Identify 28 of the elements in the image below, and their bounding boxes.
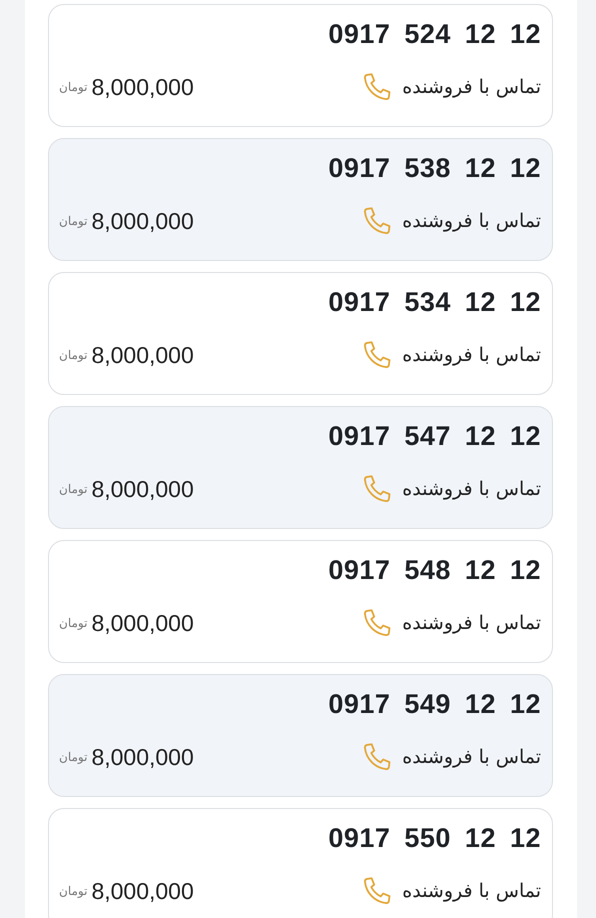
phone-number: 0917 534 12 12 xyxy=(328,287,541,318)
phone-number: 0917 550 12 12 xyxy=(328,823,541,854)
currency-label: تومان xyxy=(59,616,88,630)
phone-number: 0917 547 12 12 xyxy=(328,421,541,452)
price: 8,000,000 xyxy=(91,208,194,234)
price: 8,000,000 xyxy=(91,744,194,770)
price: 8,000,000 xyxy=(91,476,194,502)
phone-number: 0917 549 12 12 xyxy=(328,689,541,720)
price: 8,000,000 xyxy=(91,610,194,636)
contact-seller-link[interactable]: تماس با فروشنده xyxy=(402,478,541,500)
phone-number: 0917 524 12 12 xyxy=(328,19,541,50)
currency-label: تومان xyxy=(59,750,88,764)
currency-label: تومان xyxy=(59,214,88,228)
contact-seller-link[interactable]: تماس با فروشنده xyxy=(402,76,541,98)
phone-number: 0917 538 12 12 xyxy=(328,153,541,184)
price: 8,000,000 xyxy=(91,342,194,368)
contact-seller-link[interactable]: تماس با فروشنده xyxy=(402,880,541,902)
currency-label: تومان xyxy=(59,80,88,94)
currency-label: تومان xyxy=(59,482,88,496)
contact-seller-link[interactable]: تماس با فروشنده xyxy=(402,612,541,634)
currency-label: تومان xyxy=(59,884,88,898)
currency-label: تومان xyxy=(59,348,88,362)
contact-seller-link[interactable]: تماس با فروشنده xyxy=(402,746,541,768)
contact-seller-link[interactable]: تماس با فروشنده xyxy=(402,210,541,232)
contact-seller-link[interactable]: تماس با فروشنده xyxy=(402,344,541,366)
phone-number: 0917 548 12 12 xyxy=(328,555,541,586)
price: 8,000,000 xyxy=(91,878,194,904)
price: 8,000,000 xyxy=(91,74,194,100)
